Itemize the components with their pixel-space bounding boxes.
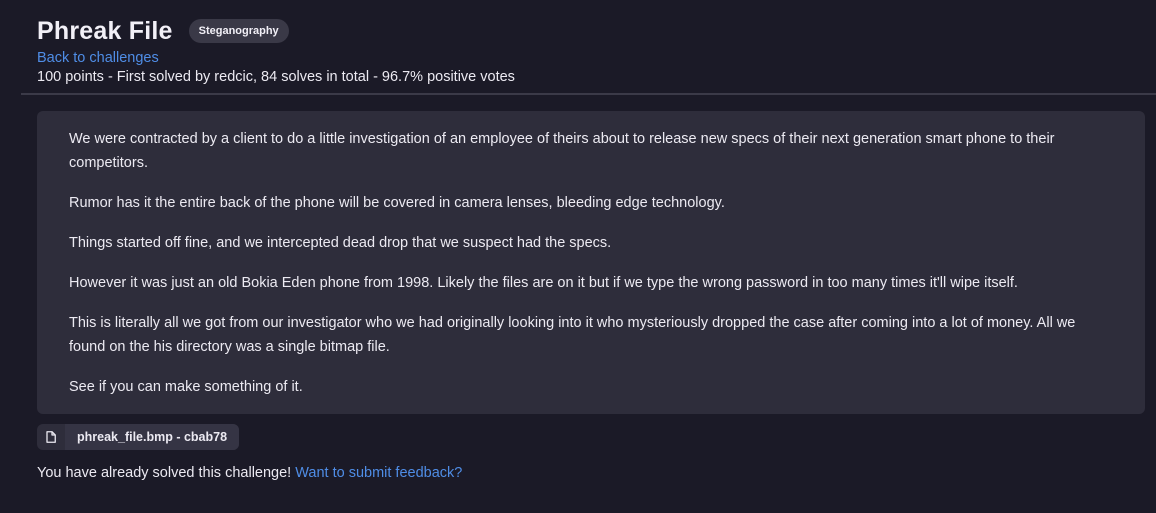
description-paragraph: This is literally all we got from our in…: [69, 315, 1076, 355]
solved-status: You have already solved this challenge! …: [37, 463, 462, 483]
description-paragraph: Rumor has it the entire back of the phon…: [69, 195, 725, 211]
challenge-title: Phreak File: [37, 16, 173, 45]
challenge-meta: 100 points - First solved by redcic, 84 …: [37, 69, 515, 85]
back-to-challenges-link[interactable]: Back to challenges: [37, 49, 1137, 68]
challenge-description: We were contracted by a client to do a l…: [37, 111, 1145, 414]
attachment-filename: phreak_file.bmp - cbab78: [65, 424, 240, 450]
category-badge: Steganography: [188, 19, 289, 43]
description-paragraph: See if you can make something of it.: [69, 379, 303, 395]
submit-feedback-link[interactable]: Want to submit feedback?: [295, 465, 462, 481]
attachment-download[interactable]: phreak_file.bmp - cbab78: [37, 424, 240, 450]
description-paragraph: Things started off fine, and we intercep…: [69, 235, 612, 251]
description-paragraph: However it was just an old Bokia Eden ph…: [69, 275, 1018, 291]
title-row: Phreak File Steganography: [37, 14, 1137, 48]
header-divider: [21, 93, 1156, 95]
description-paragraph: We were contracted by a client to do a l…: [69, 131, 1055, 171]
challenge-header: Phreak File Steganography Back to challe…: [37, 14, 1137, 87]
challenge-page: Phreak File Steganography Back to challe…: [0, 0, 1156, 513]
file-icon: [37, 424, 65, 450]
solved-status-text: You have already solved this challenge!: [37, 465, 296, 481]
